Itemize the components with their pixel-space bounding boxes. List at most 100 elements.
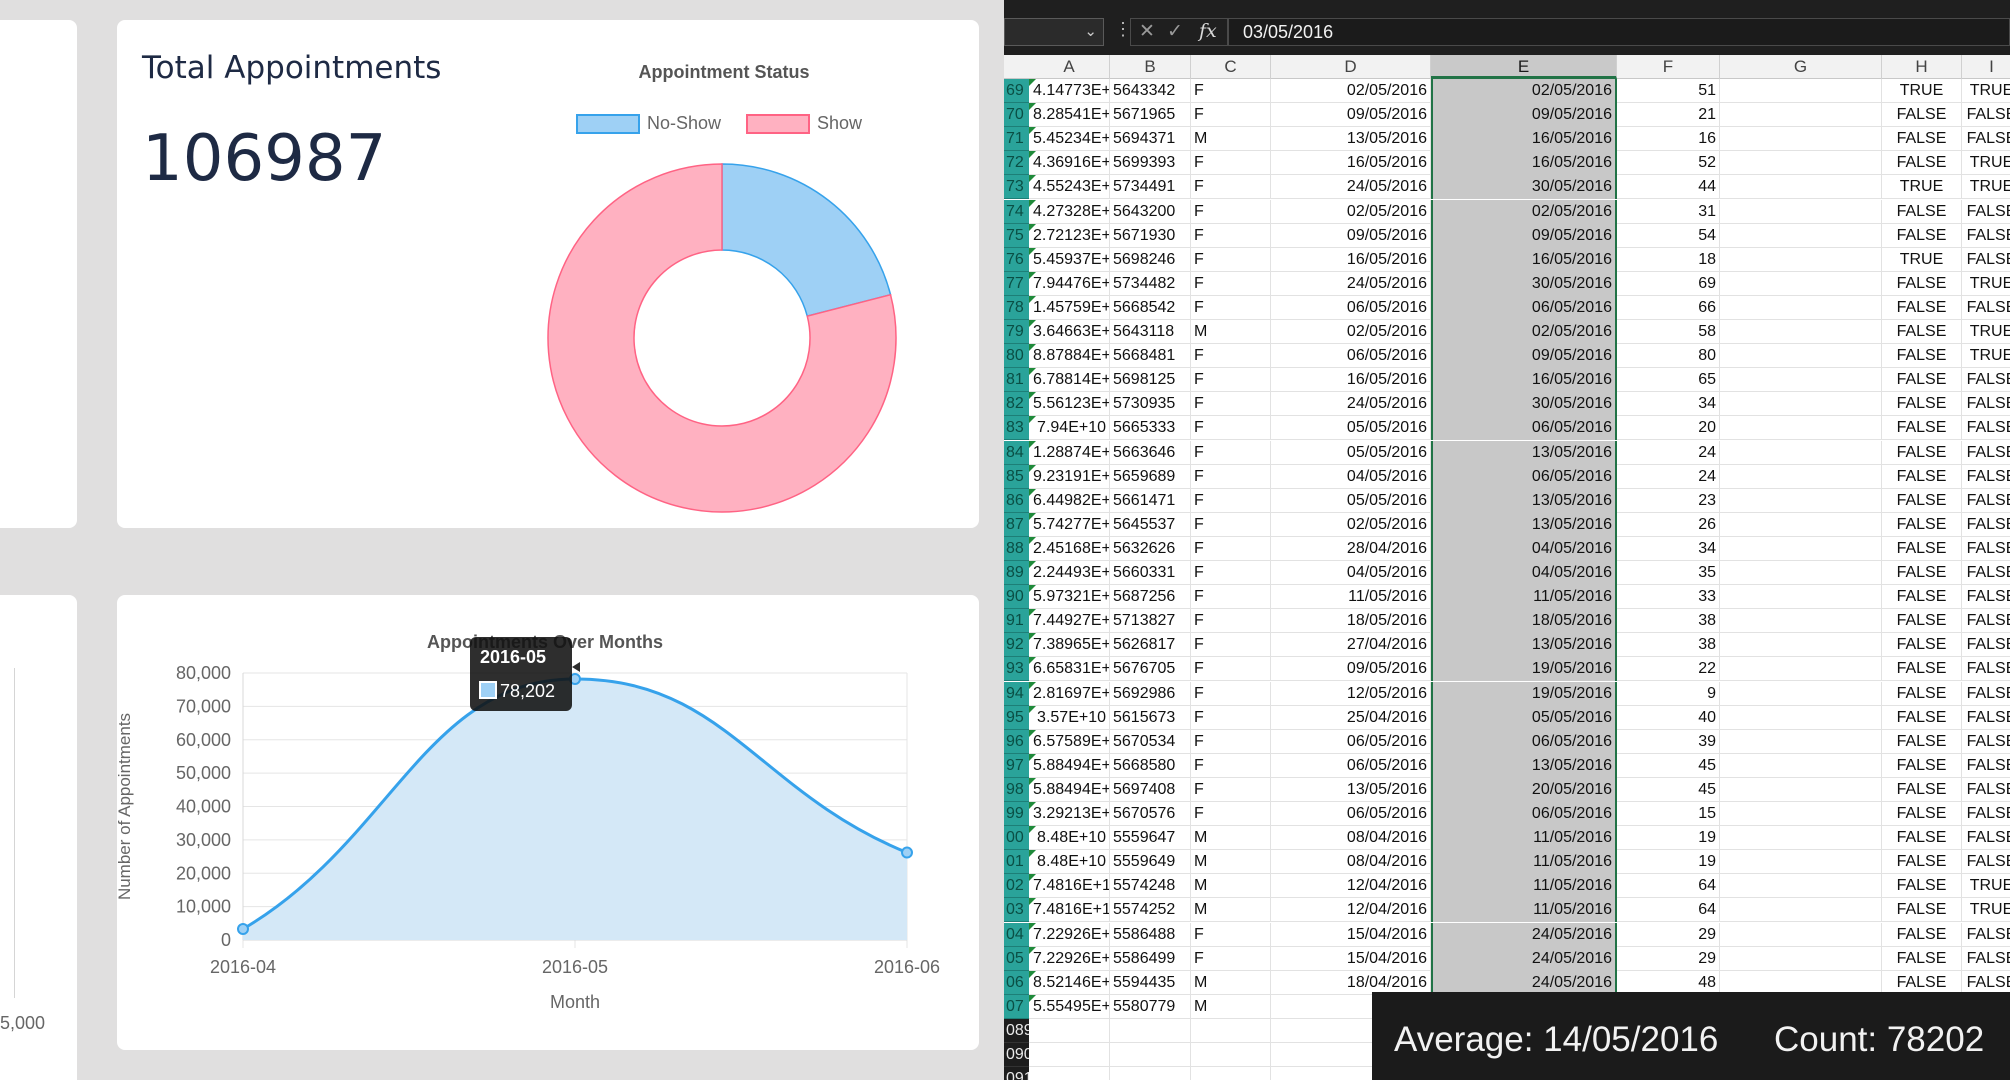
cell-g[interactable] — [1720, 898, 1882, 923]
cell-d[interactable]: 05/05/2016 — [1271, 440, 1431, 465]
cell-c[interactable]: F — [1191, 199, 1271, 224]
cell-b[interactable]: 5671965 — [1110, 103, 1191, 128]
cell-i[interactable]: FALSE — [1962, 633, 2010, 657]
cell-a[interactable] — [1029, 1018, 1110, 1043]
cell-f[interactable]: 66 — [1617, 295, 1720, 320]
cell-i[interactable]: FALSE — [1962, 657, 2010, 681]
cell-c[interactable]: F — [1191, 802, 1271, 826]
cell-c[interactable] — [1191, 1043, 1271, 1067]
cell-e[interactable]: 06/05/2016 — [1431, 416, 1617, 441]
cell-a[interactable]: 8.48E+10 — [1029, 850, 1110, 875]
cell-d[interactable]: 12/05/2016 — [1271, 681, 1431, 706]
cell-f[interactable]: 40 — [1617, 705, 1720, 730]
cancel-icon[interactable]: ✕ — [1139, 20, 1155, 43]
cell-h[interactable]: FALSE — [1882, 681, 1962, 706]
column-header-d[interactable]: D — [1271, 55, 1431, 79]
cell-f[interactable]: 69 — [1617, 271, 1720, 296]
cell-e[interactable]: 18/05/2016 — [1431, 609, 1617, 634]
cell-a[interactable]: 5.45937E+ — [1029, 247, 1110, 272]
cell-e[interactable]: 02/05/2016 — [1431, 79, 1617, 103]
cell-h[interactable]: FALSE — [1882, 802, 1962, 826]
cell-g[interactable] — [1720, 922, 1882, 947]
row-header[interactable]: 05 — [1004, 946, 1029, 971]
cell-h[interactable]: FALSE — [1882, 271, 1962, 296]
cell-c[interactable]: F — [1191, 271, 1271, 296]
cell-h[interactable]: FALSE — [1882, 295, 1962, 320]
cell-h[interactable]: FALSE — [1882, 368, 1962, 393]
cell-b[interactable]: 5668542 — [1110, 295, 1191, 320]
cell-a[interactable]: 5.55495E+ — [1029, 994, 1110, 1019]
cell-a[interactable]: 7.44927E+ — [1029, 609, 1110, 634]
row-header[interactable]: 089 — [1004, 1018, 1029, 1043]
cell-g[interactable] — [1720, 127, 1882, 152]
cell-h[interactable]: FALSE — [1882, 850, 1962, 875]
cell-i[interactable]: TRUE — [1962, 344, 2010, 368]
table-row[interactable]: 02 7.4816E+1 5574248 M 12/04/2016 11/05/2016 6… — [1004, 874, 2010, 899]
cell-b[interactable]: 5730935 — [1110, 392, 1191, 417]
cell-e[interactable]: 09/05/2016 — [1431, 103, 1617, 128]
cell-i[interactable]: FALSE — [1962, 416, 2010, 440]
cell-d[interactable]: 09/05/2016 — [1271, 657, 1431, 682]
cell-b[interactable]: 5694371 — [1110, 127, 1191, 152]
cell-b[interactable]: 5574252 — [1110, 898, 1191, 923]
row-header[interactable]: 96 — [1004, 729, 1029, 754]
row-header[interactable]: 88 — [1004, 536, 1029, 561]
column-header-i[interactable]: I — [1962, 55, 2010, 79]
cell-a[interactable]: 2.81697E+ — [1029, 681, 1110, 706]
cell-i[interactable]: FALSE — [1962, 754, 2010, 778]
cell-h[interactable]: FALSE — [1882, 946, 1962, 971]
cell-a[interactable]: 7.94476E+ — [1029, 271, 1110, 296]
cell-f[interactable]: 20 — [1617, 416, 1720, 441]
cell-c[interactable]: M — [1191, 874, 1271, 899]
cell-b[interactable]: 5643342 — [1110, 79, 1191, 103]
cell-i[interactable]: FALSE — [1962, 513, 2010, 537]
cell-i[interactable]: FALSE — [1962, 802, 2010, 826]
name-box[interactable]: ⌄ — [1004, 18, 1104, 46]
cell-d[interactable]: 05/05/2016 — [1271, 488, 1431, 513]
cell-i[interactable]: FALSE — [1962, 296, 2010, 320]
cell-h[interactable]: FALSE — [1882, 609, 1962, 634]
cell-c[interactable]: F — [1191, 223, 1271, 248]
cell-b[interactable]: 5586488 — [1110, 922, 1191, 947]
cell-f[interactable]: 15 — [1617, 802, 1720, 826]
cell-e[interactable]: 09/05/2016 — [1431, 223, 1617, 248]
cell-g[interactable] — [1720, 416, 1882, 441]
cell-c[interactable]: F — [1191, 512, 1271, 537]
cell-d[interactable]: 02/05/2016 — [1271, 79, 1431, 103]
formula-input[interactable]: 03/05/2016 — [1228, 18, 2010, 46]
cell-g[interactable] — [1720, 175, 1882, 200]
cell-b[interactable]: 5699393 — [1110, 151, 1191, 176]
cell-e[interactable]: 30/05/2016 — [1431, 392, 1617, 417]
cell-f[interactable]: 29 — [1617, 946, 1720, 971]
cell-e[interactable]: 02/05/2016 — [1431, 320, 1617, 344]
cell-e[interactable]: 16/05/2016 — [1431, 247, 1617, 272]
table-row[interactable]: 74 4.27328E+ 5643200 F 02/05/2016 02/05/2016 3… — [1004, 199, 2010, 224]
cell-g[interactable] — [1720, 488, 1882, 513]
cell-d[interactable]: 06/05/2016 — [1271, 729, 1431, 754]
row-header[interactable]: 82 — [1004, 392, 1029, 417]
cell-g[interactable] — [1720, 609, 1882, 634]
cell-g[interactable] — [1720, 199, 1882, 224]
row-header[interactable]: 75 — [1004, 223, 1029, 248]
cell-h[interactable]: FALSE — [1882, 561, 1962, 585]
cell-b[interactable]: 5734482 — [1110, 271, 1191, 296]
table-row[interactable]: 81 6.78814E+ 5698125 F 16/05/2016 16/05/2016 6… — [1004, 368, 2010, 393]
cell-c[interactable]: F — [1191, 295, 1271, 320]
cell-f[interactable]: 39 — [1617, 729, 1720, 754]
cell-b[interactable]: 5663646 — [1110, 440, 1191, 465]
cell-b[interactable]: 5670534 — [1110, 729, 1191, 754]
cell-a[interactable]: 5.88494E+ — [1029, 753, 1110, 778]
cell-i[interactable]: FALSE — [1962, 585, 2010, 609]
cell-c[interactable]: F — [1191, 536, 1271, 561]
cell-h[interactable]: FALSE — [1882, 223, 1962, 248]
row-header[interactable]: 77 — [1004, 271, 1029, 296]
cell-b[interactable]: 5559649 — [1110, 850, 1191, 875]
cell-i[interactable]: TRUE — [1962, 79, 2010, 103]
table-row[interactable]: 79 3.64663E+ 5643118 M 02/05/2016 02/05/2016 5… — [1004, 320, 2010, 344]
cell-i[interactable]: FALSE — [1962, 682, 2010, 706]
cell-f[interactable]: 9 — [1617, 681, 1720, 706]
cell-b[interactable] — [1110, 1018, 1191, 1043]
cell-c[interactable]: F — [1191, 247, 1271, 272]
cell-e[interactable]: 06/05/2016 — [1431, 729, 1617, 754]
row-header[interactable]: 03 — [1004, 898, 1029, 923]
